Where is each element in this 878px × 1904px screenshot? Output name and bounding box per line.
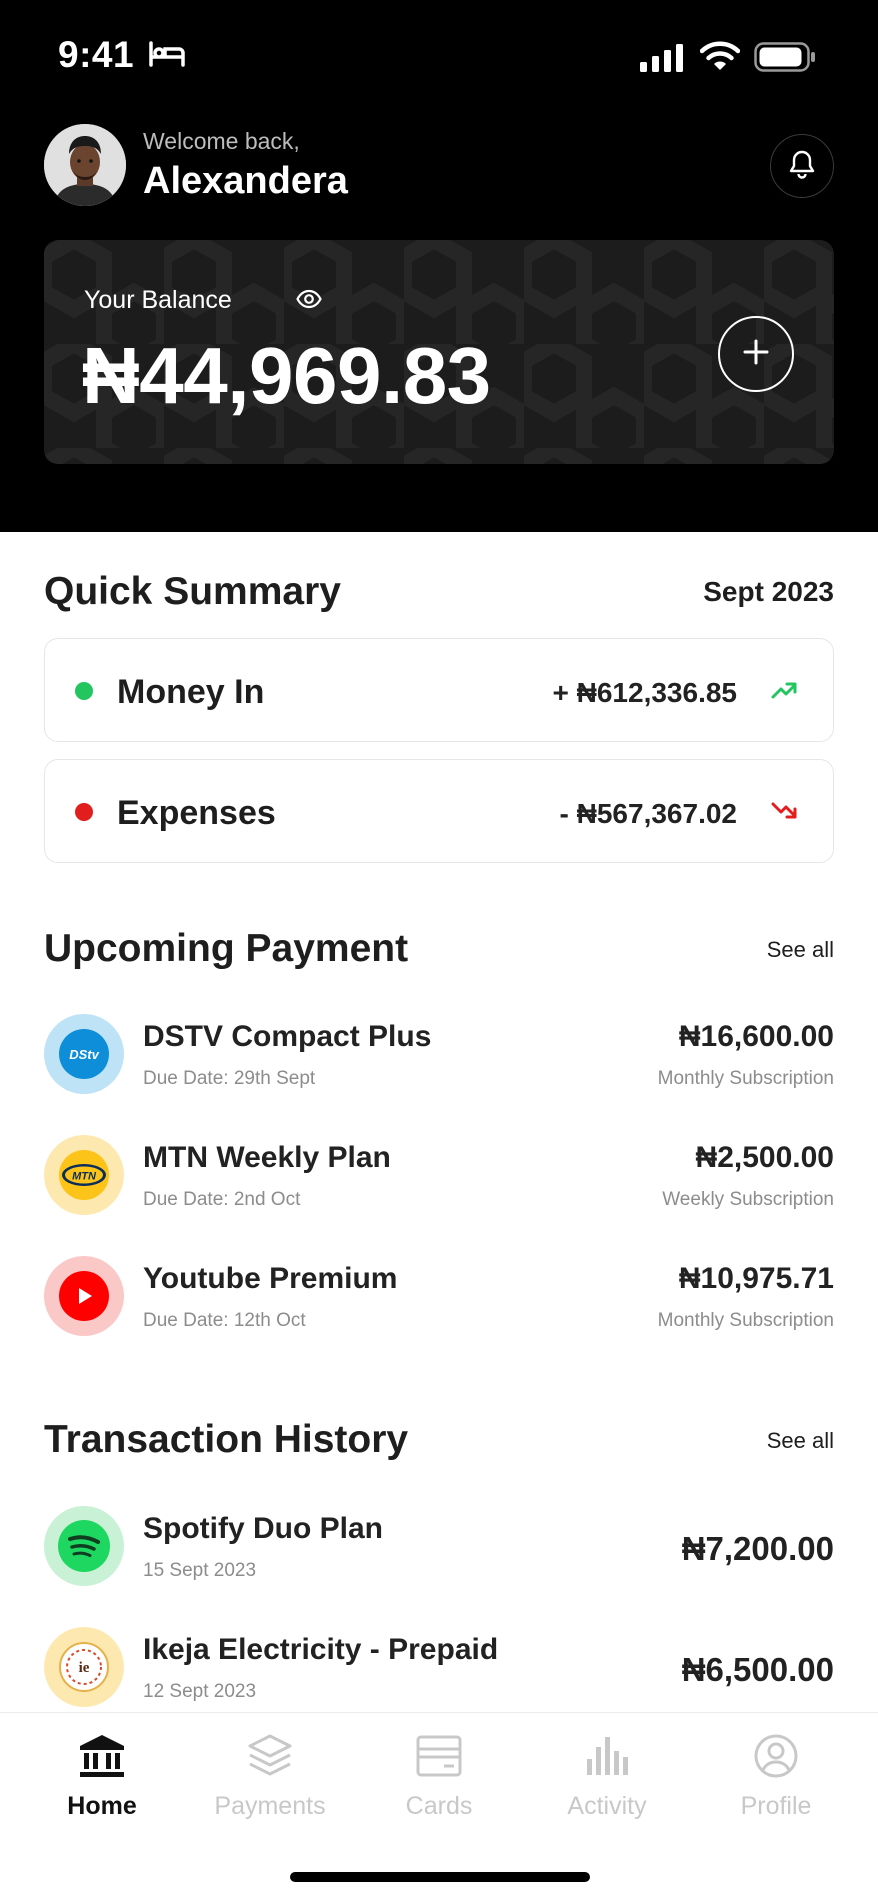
bar-chart-icon xyxy=(537,1733,677,1784)
mtn-logo-icon: MTN xyxy=(44,1135,124,1215)
layers-icon xyxy=(200,1733,340,1784)
status-bar: 9:41 xyxy=(0,0,878,110)
header-area: 9:41 Welcome back, Alexandera Your Balan… xyxy=(0,0,878,532)
upcoming-item-type: Monthly Subscription xyxy=(657,1068,834,1089)
upcoming-item-name: DSTV Compact Plus xyxy=(143,1020,432,1053)
home-indicator[interactable] xyxy=(290,1872,590,1882)
upcoming-item-amount: ₦16,600.00 xyxy=(678,1020,834,1053)
quick-summary-title: Quick Summary xyxy=(44,570,341,613)
trending-up-icon xyxy=(771,679,797,706)
transaction-item-ikeja[interactable]: ie Ikeja Electricity - Prepaid 12 Sept 2… xyxy=(44,1627,834,1709)
user-name: Alexandera xyxy=(143,160,348,202)
summary-period[interactable]: Sept 2023 xyxy=(703,576,834,608)
upcoming-item-dstv[interactable]: DStv DSTV Compact Plus Due Date: 29th Se… xyxy=(44,1014,834,1096)
upcoming-item-mtn[interactable]: MTN MTN Weekly Plan Due Date: 2nd Oct ₦2… xyxy=(44,1135,834,1217)
plus-icon xyxy=(742,338,770,371)
nav-item-home[interactable]: Home xyxy=(32,1733,172,1821)
expenses-dot xyxy=(75,803,93,821)
sleep-focus-icon xyxy=(148,40,186,73)
transaction-item-name: Ikeja Electricity - Prepaid xyxy=(143,1633,499,1666)
card-icon xyxy=(369,1733,509,1784)
upcoming-item-due: Due Date: 2nd Oct xyxy=(143,1189,301,1210)
money-in-label: Money In xyxy=(117,673,265,711)
transaction-item-spotify[interactable]: Spotify Duo Plan 15 Sept 2023 ₦7,200.00 xyxy=(44,1506,834,1588)
money-in-dot xyxy=(75,682,93,700)
transaction-item-amount: ₦6,500.00 xyxy=(681,1651,834,1688)
upcoming-item-type: Monthly Subscription xyxy=(657,1310,834,1331)
nav-label: Cards xyxy=(405,1792,473,1820)
status-time: 9:41 xyxy=(58,34,135,75)
history-see-all-link[interactable]: See all xyxy=(767,1428,834,1454)
balance-amount: ₦44,969.83 xyxy=(82,331,491,420)
nav-item-profile[interactable]: Profile xyxy=(706,1733,846,1821)
welcome-text: Welcome back, xyxy=(143,128,300,154)
upcoming-payment-title: Upcoming Payment xyxy=(44,927,409,970)
balance-card: Your Balance ₦44,969.83 xyxy=(44,240,834,464)
upcoming-item-youtube[interactable]: Youtube Premium Due Date: 12th Oct ₦10,9… xyxy=(44,1256,834,1338)
dstv-logo-icon: DStv xyxy=(44,1014,124,1094)
upcoming-see-all-link[interactable]: See all xyxy=(767,937,834,963)
youtube-logo-icon xyxy=(44,1256,124,1336)
upcoming-item-due: Due Date: 29th Sept xyxy=(143,1068,316,1089)
money-in-card[interactable]: Money In + ₦612,336.85 xyxy=(44,638,834,742)
nav-label: Profile xyxy=(740,1792,812,1820)
upcoming-item-amount: ₦10,975.71 xyxy=(678,1262,834,1295)
nav-item-payments[interactable]: Payments xyxy=(200,1733,340,1821)
upcoming-item-type: Weekly Subscription xyxy=(662,1189,834,1210)
nav-item-activity[interactable]: Activity xyxy=(537,1733,677,1821)
transaction-item-date: 12 Sept 2023 xyxy=(143,1681,257,1702)
upcoming-item-due: Due Date: 12th Oct xyxy=(143,1310,306,1331)
upcoming-item-amount: ₦2,500.00 xyxy=(695,1141,834,1174)
upcoming-item-name: MTN Weekly Plan xyxy=(143,1141,391,1174)
transaction-item-date: 15 Sept 2023 xyxy=(143,1560,257,1581)
trending-down-icon xyxy=(771,800,797,827)
transaction-item-amount: ₦7,200.00 xyxy=(681,1530,834,1567)
ikeja-electric-logo-icon: ie xyxy=(44,1627,124,1707)
spotify-logo-icon xyxy=(44,1506,124,1586)
svg-text:ie: ie xyxy=(79,1660,90,1676)
svg-text:DStv: DStv xyxy=(69,1047,99,1062)
transaction-history-title: Transaction History xyxy=(44,1418,409,1461)
nav-label: Activity xyxy=(567,1792,647,1820)
nav-label: Home xyxy=(67,1792,137,1820)
upcoming-item-name: Youtube Premium xyxy=(143,1262,398,1295)
avatar[interactable] xyxy=(44,124,126,206)
wifi-icon xyxy=(699,40,741,77)
expenses-label: Expenses xyxy=(117,794,276,832)
expenses-amount: - ₦567,367.02 xyxy=(559,798,737,829)
transaction-item-name: Spotify Duo Plan xyxy=(143,1512,383,1545)
battery-icon xyxy=(754,42,816,77)
notifications-button[interactable] xyxy=(770,134,834,198)
balance-label: Your Balance xyxy=(84,286,232,314)
svg-text:MTN: MTN xyxy=(72,1171,97,1183)
user-circle-icon xyxy=(706,1733,846,1784)
nav-item-cards[interactable]: Cards xyxy=(369,1733,509,1821)
nav-label: Payments xyxy=(214,1792,326,1820)
bell-icon xyxy=(788,149,816,184)
eye-icon[interactable] xyxy=(296,289,322,314)
add-money-button[interactable] xyxy=(718,316,794,392)
expenses-card[interactable]: Expenses - ₦567,367.02 xyxy=(44,759,834,863)
bank-icon xyxy=(32,1733,172,1784)
cellular-signal-icon xyxy=(640,44,684,77)
money-in-amount: + ₦612,336.85 xyxy=(552,677,738,708)
